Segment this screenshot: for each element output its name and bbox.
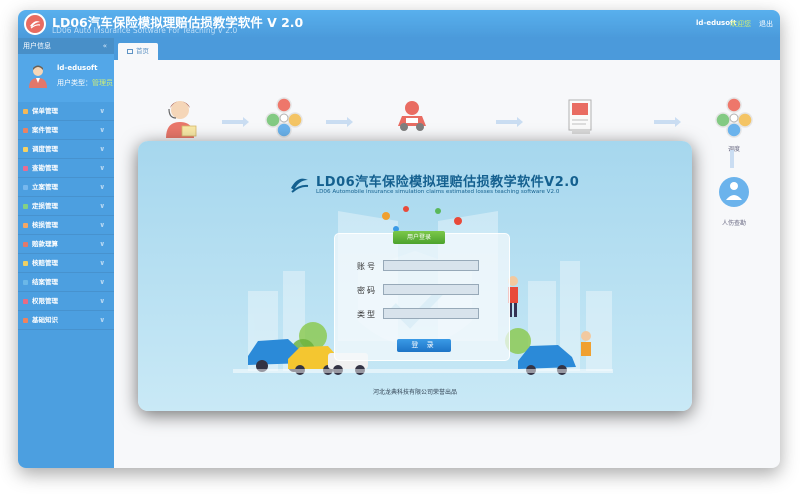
password-label: 密码 (357, 286, 377, 295)
type-label: 类型 (357, 310, 377, 319)
login-button[interactable]: 登 录 (397, 339, 451, 352)
account-input[interactable] (383, 260, 479, 271)
account-label: 账号 (357, 262, 377, 271)
brand-subtitle: LD06 Automobile insurance simulation cla… (316, 189, 560, 195)
brand-logo-icon (291, 178, 309, 193)
password-input[interactable] (383, 284, 479, 295)
login-panel-title: 用户登录 (393, 231, 445, 244)
login-panel: 用户登录 账号 密码 类型 登 录 (334, 231, 510, 361)
copyright-text: 河北龙典科技有限公司荣誉出品 (372, 389, 457, 396)
login-dialog: LD06汽车保险模拟理赔估损教学软件V2.0 LD06 Automobile i… (138, 141, 692, 411)
type-select[interactable] (383, 308, 479, 319)
brand-title: LD06汽车保险模拟理赔估损教学软件V2.0 (316, 175, 580, 190)
